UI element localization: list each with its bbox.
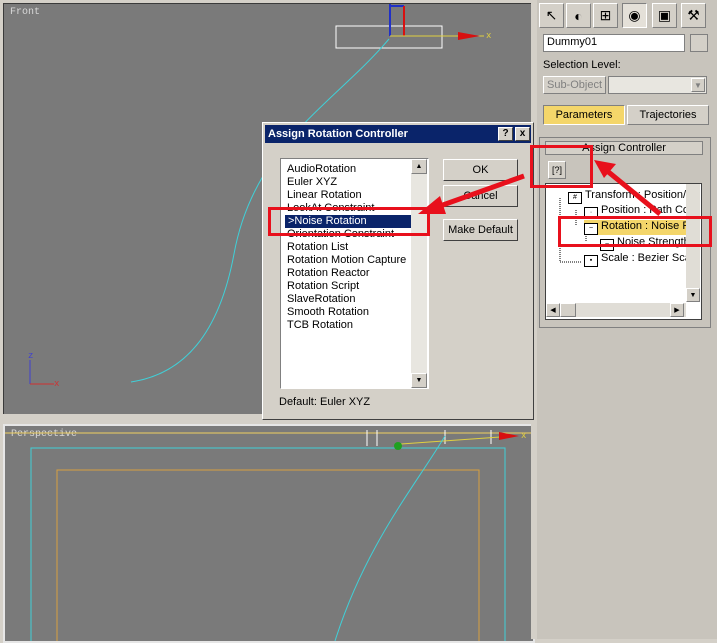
parameters-button[interactable]: Parameters (543, 105, 625, 125)
controller-listbox[interactable]: AudioRotation Euler XYZ Linear Rotation Loo… (280, 158, 429, 389)
trajectories-button[interactable]: Trajectories (627, 105, 709, 125)
controller-list-item[interactable]: AudioRotation (287, 163, 356, 176)
sub-object-button[interactable]: Sub-Object (543, 76, 606, 94)
assign-rotation-controller-dialog: Assign Rotation Controller ? x AudioRota… (262, 122, 534, 420)
controller-list-item[interactable]: Euler XYZ (287, 176, 337, 189)
annotation-box-assign-button (530, 145, 593, 188)
scroll-down-icon[interactable]: ▼ (411, 373, 427, 388)
dialog-title-bar[interactable]: Assign Rotation Controller ? x (265, 125, 531, 143)
dialog-title: Assign Rotation Controller (268, 128, 408, 140)
annotation-box-rotation-track (558, 216, 712, 247)
make-default-button[interactable]: Make Default (443, 219, 518, 241)
selection-level-label: Selection Level: (543, 59, 621, 71)
help-icon[interactable]: ? (498, 127, 513, 141)
tree-item-label: Position : Path Co (601, 204, 690, 216)
tree-item-label: Scale : Bezier Sca (601, 252, 691, 264)
default-caption: Default: (279, 396, 317, 408)
controller-tree[interactable]: # Transform : Position/ · Position : Path … (545, 183, 702, 320)
object-name-field[interactable]: Dummy01 (543, 34, 685, 52)
default-value: Euler XYZ (319, 396, 371, 408)
tree-horizontal-scrollbar[interactable]: ◀ ▶ (546, 303, 686, 317)
perspective-viewport-scene: x (5, 430, 533, 641)
utilities-icon[interactable]: ⚒ (681, 3, 706, 28)
cancel-button[interactable]: Cancel (443, 185, 518, 207)
object-color-swatch[interactable] (690, 34, 708, 52)
controller-list-item[interactable]: Linear Rotation (287, 189, 362, 202)
controller-list-item[interactable]: SlaveRotation (287, 293, 356, 306)
annotation-box-noise-rotation (268, 207, 430, 236)
scroll-thumb[interactable] (560, 303, 576, 317)
transform-icon: # (568, 192, 582, 204)
default-label: Default: Euler XYZ (279, 396, 370, 408)
scroll-up-icon[interactable]: ▲ (411, 159, 427, 174)
controller-list-item[interactable]: Rotation Motion Capture (287, 254, 406, 267)
sub-object-dropdown[interactable]: ▼ (608, 76, 707, 94)
scroll-left-icon[interactable]: ◀ (546, 303, 560, 317)
ok-button[interactable]: OK (443, 159, 518, 181)
tree-item-scale[interactable]: ▪ Scale : Bezier Sca (584, 252, 691, 267)
create-icon[interactable]: ↖ (539, 3, 564, 28)
controller-list-item[interactable]: TCB Rotation (287, 319, 353, 332)
svg-text:x: x (521, 431, 526, 441)
display-icon[interactable]: ▣ (652, 3, 677, 28)
close-icon[interactable]: x (515, 127, 530, 141)
svg-text:x: x (486, 31, 491, 41)
controller-list-item[interactable]: Smooth Rotation (287, 306, 369, 319)
scroll-right-icon[interactable]: ▶ (670, 303, 684, 317)
scale-icon: ▪ (584, 255, 598, 267)
scroll-down-icon[interactable]: ▼ (686, 288, 700, 302)
motion-icon[interactable]: ◉ (622, 3, 647, 28)
tree-item-transform[interactable]: # Transform : Position/ (568, 189, 686, 204)
controller-list-item[interactable]: Rotation Reactor (287, 267, 370, 280)
controller-list-item[interactable]: Rotation Script (287, 280, 359, 293)
perspective-viewport[interactable]: Perspective x (3, 424, 535, 643)
tree-item-label: Transform : Position/ (585, 189, 687, 201)
hierarchy-icon[interactable]: ⊞ (593, 3, 618, 28)
svg-text:x: x (54, 379, 59, 389)
chevron-down-icon[interactable]: ▼ (691, 78, 705, 92)
modify-icon[interactable]: ◐ (566, 3, 591, 28)
svg-text:z: z (28, 351, 33, 361)
controller-list-item[interactable]: Rotation List (287, 241, 348, 254)
listbox-scrollbar[interactable]: ▲ ▼ (411, 159, 427, 388)
